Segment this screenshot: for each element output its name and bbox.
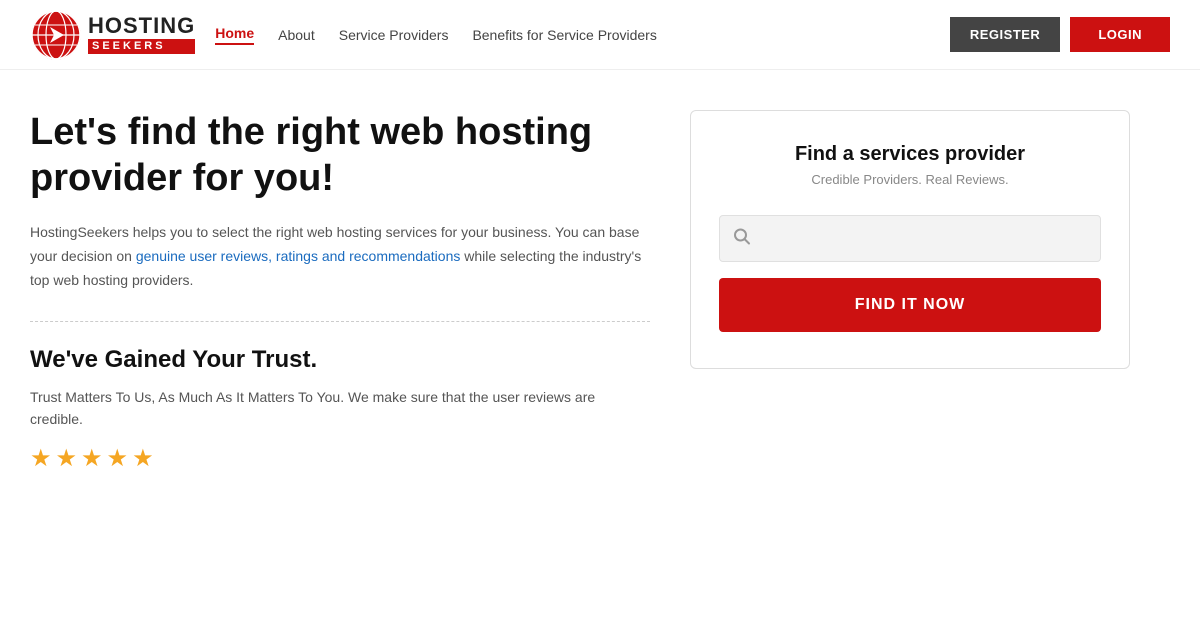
search-card: Find a services provider Credible Provid… bbox=[690, 110, 1130, 369]
nav-home[interactable]: Home bbox=[215, 25, 254, 45]
trust-title: We've Gained Your Trust. bbox=[30, 346, 650, 374]
nav-buttons: REGISTER LOGIN bbox=[950, 17, 1170, 52]
left-section: Let's find the right web hosting provide… bbox=[30, 110, 650, 473]
search-input-wrapper bbox=[719, 215, 1101, 262]
logo-globe-icon bbox=[30, 9, 82, 61]
logo-text: HOSTING SEEKERS bbox=[88, 15, 195, 54]
star-1: ★ bbox=[30, 444, 52, 473]
right-section: Find a services provider Credible Provid… bbox=[690, 110, 1130, 473]
nav-benefits[interactable]: Benefits for Service Providers bbox=[472, 27, 656, 43]
trust-description: Trust Matters To Us, As Much As It Matte… bbox=[30, 386, 650, 431]
section-divider bbox=[30, 321, 650, 322]
nav-service-providers[interactable]: Service Providers bbox=[339, 27, 449, 43]
login-button[interactable]: LOGIN bbox=[1070, 17, 1170, 52]
navbar: HOSTING SEEKERS Home About Service Provi… bbox=[0, 0, 1200, 70]
genuine-reviews-link[interactable]: genuine user reviews, bbox=[136, 248, 272, 264]
find-it-now-button[interactable]: FIND IT NOW bbox=[719, 278, 1101, 332]
hero-description: HostingSeekers helps you to select the r… bbox=[30, 221, 650, 292]
search-input[interactable] bbox=[719, 215, 1101, 262]
star-3: ★ bbox=[81, 444, 103, 473]
nav-about[interactable]: About bbox=[278, 27, 315, 43]
logo: HOSTING SEEKERS bbox=[30, 9, 195, 61]
logo-hosting: HOSTING bbox=[88, 15, 195, 37]
nav-links: Home About Service Providers Benefits fo… bbox=[215, 25, 950, 45]
search-card-title: Find a services provider bbox=[719, 143, 1101, 166]
star-5: ★ bbox=[132, 444, 154, 473]
hero-title: Let's find the right web hosting provide… bbox=[30, 110, 650, 201]
search-card-subtitle: Credible Providers. Real Reviews. bbox=[719, 172, 1101, 187]
register-button[interactable]: REGISTER bbox=[950, 17, 1060, 52]
main-content: Let's find the right web hosting provide… bbox=[0, 70, 1200, 513]
logo-seekers: SEEKERS bbox=[88, 39, 195, 54]
ratings-link[interactable]: ratings and recommendations bbox=[276, 248, 460, 264]
search-icon bbox=[733, 227, 751, 250]
star-4: ★ bbox=[107, 444, 129, 473]
star-2: ★ bbox=[56, 444, 78, 473]
star-rating: ★ ★ ★ ★ ★ bbox=[30, 444, 650, 473]
